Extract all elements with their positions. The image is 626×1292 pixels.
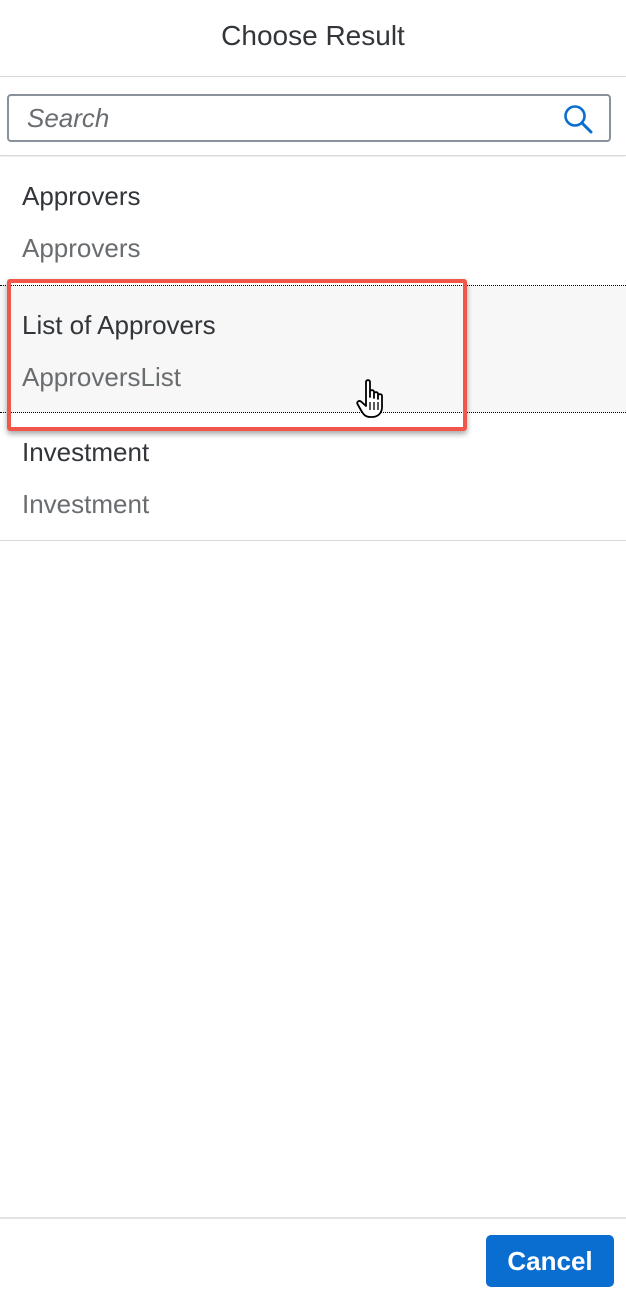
- item-description: Investment: [22, 489, 150, 519]
- list-item[interactable]: Investment Investment: [0, 413, 626, 541]
- choose-result-dialog: Choose Result Approvers Approvers List o…: [0, 0, 626, 1292]
- cancel-button[interactable]: Cancel: [486, 1235, 614, 1287]
- dialog-header: Choose Result: [0, 0, 626, 77]
- list-item[interactable]: Approvers Approvers: [0, 157, 626, 285]
- search-input[interactable]: [27, 96, 547, 140]
- search-icon[interactable]: [563, 104, 593, 134]
- dialog-title: Choose Result: [221, 20, 405, 51]
- search-field[interactable]: [7, 94, 611, 142]
- dialog-footer: Cancel: [0, 1217, 626, 1292]
- result-list: Approvers Approvers List of Approvers Ap…: [0, 157, 626, 541]
- item-title: List of Approvers: [22, 310, 216, 340]
- item-title: Investment: [22, 437, 150, 467]
- item-title: Approvers: [22, 181, 141, 211]
- item-description: Approvers: [22, 233, 141, 263]
- search-bar: [0, 77, 626, 156]
- list-item[interactable]: List of Approvers ApproversList: [0, 285, 626, 413]
- item-description: ApproversList: [22, 362, 181, 392]
